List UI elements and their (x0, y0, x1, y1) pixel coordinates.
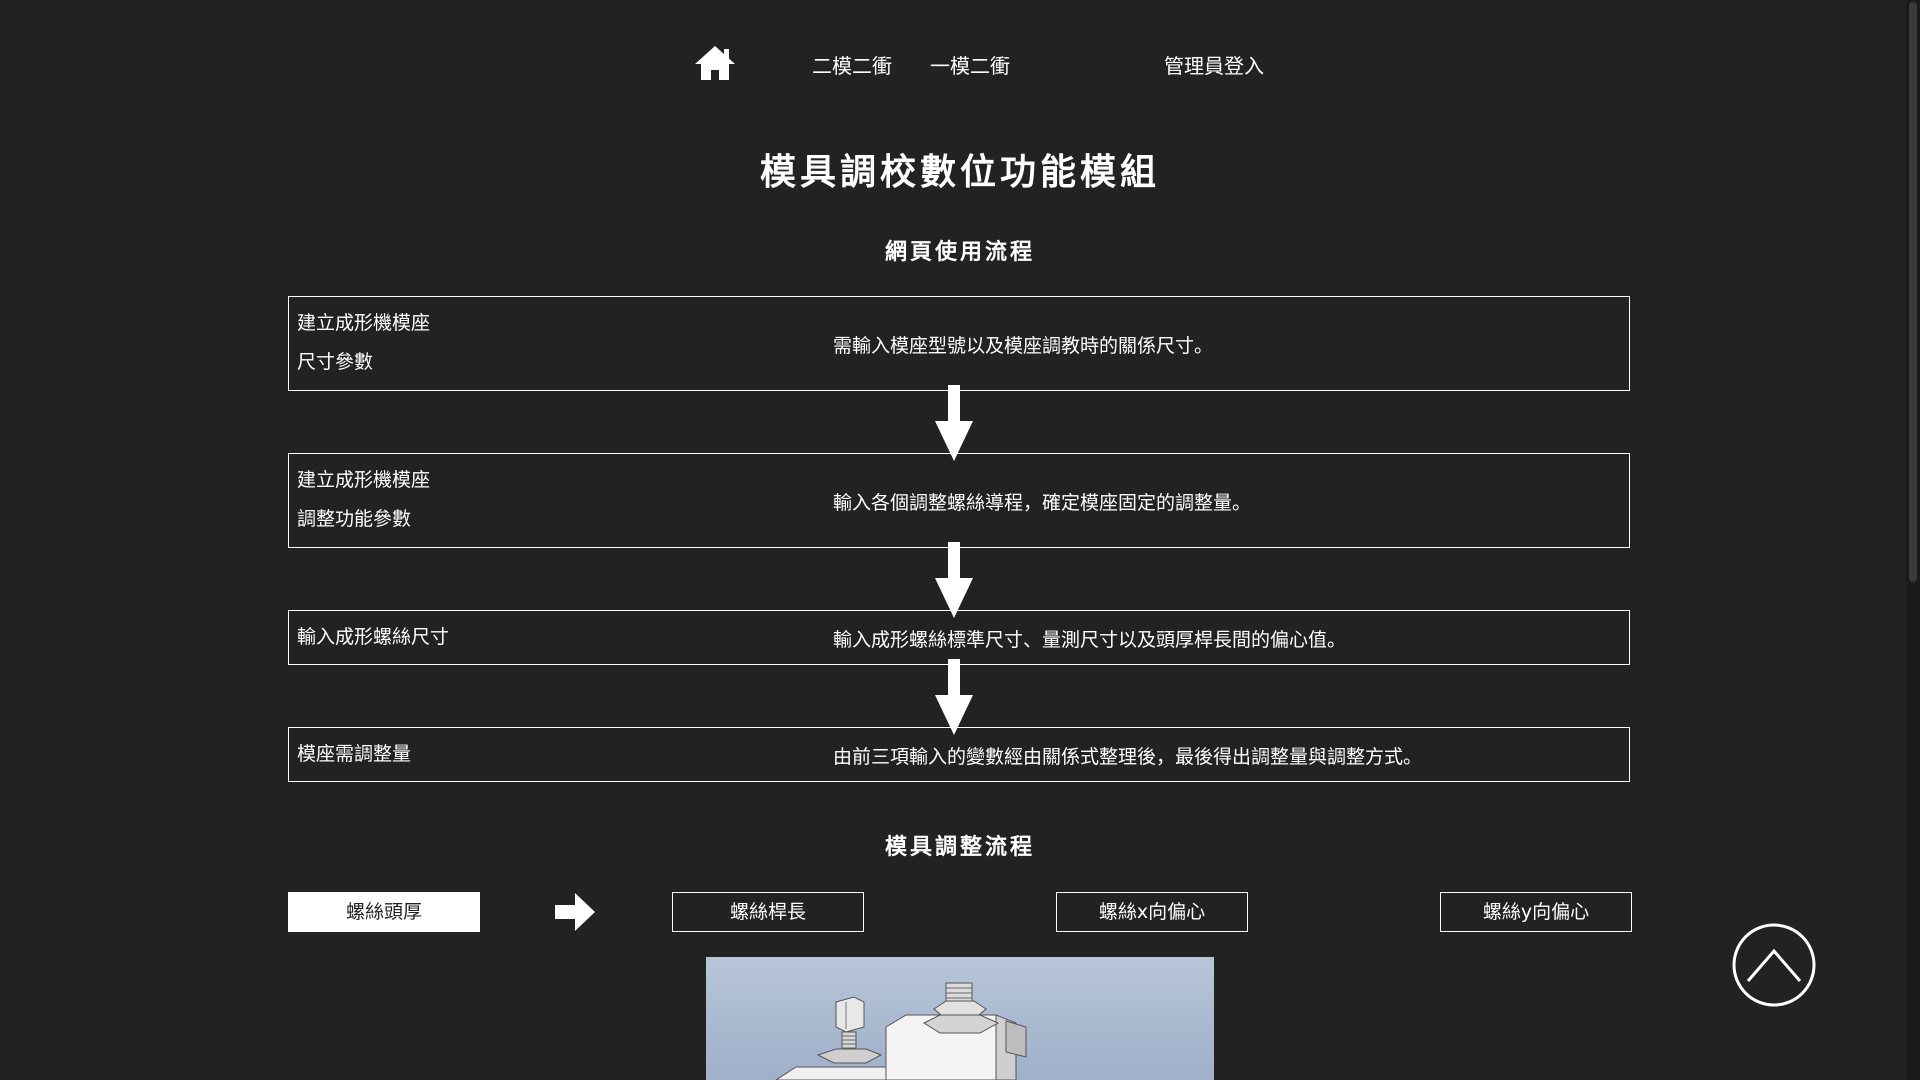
scrollbar-thumb[interactable] (1909, 2, 1917, 582)
page: 二模二衝 一模二衝 管理員登入 模具調校數位功能模組 網頁使用流程 建立成形機模… (0, 0, 1920, 1080)
mold-3d-preview-image (706, 957, 1214, 1080)
flow-step-label-line: 尺寸參數 (297, 351, 374, 373)
arrow-right-icon (555, 893, 595, 931)
flow-step-label: 模座需調整量 (297, 735, 411, 774)
arrow-down-icon (935, 542, 973, 618)
flow-step-desc: 輸入成形螺絲標準尺寸、量測尺寸以及頭厚桿長間的偏心值。 (833, 629, 1347, 651)
flow-step-desc: 由前三項輸入的變數經由關係式整理後，最後得出調整量與調整方式。 (833, 746, 1423, 768)
tab-screw-shank-length[interactable]: 螺絲桿長 (672, 892, 864, 932)
page-title: 模具調校數位功能模組 (759, 152, 1160, 193)
arrow-down-icon (935, 659, 973, 735)
tab-screw-x-eccentric[interactable]: 螺絲x向偏心 (1056, 892, 1248, 932)
tab-screw-head-thickness[interactable]: 螺絲頭厚 (288, 892, 480, 932)
page-scrollbar[interactable] (1906, 0, 1920, 1080)
arrow-down-icon (935, 385, 973, 461)
adjust-section-title: 模具調整流程 (884, 835, 1035, 860)
flow-step-label-line: 建立成形機模座 (297, 469, 431, 491)
flow-step-label-line: 調整功能參數 (297, 508, 412, 530)
flow-step-label: 輸入成形螺絲尺寸 (297, 618, 449, 657)
flow-step-2: 建立成形機模座 調整功能參數 輸入各個調整螺絲導程，確定模座固定的調整量。 (288, 453, 1630, 548)
flow-step-4: 模座需調整量 由前三項輸入的變數經由關係式整理後，最後得出調整量與調整方式。 (288, 727, 1630, 782)
flow-step-label: 建立成形機模座 尺寸參數 (297, 304, 430, 382)
flow-step-desc: 需輸入模座型號以及模座調教時的關係尺寸。 (833, 335, 1214, 357)
mold-model-illustration (775, 982, 1027, 1080)
flow-section-title: 網頁使用流程 (884, 240, 1035, 265)
tab-screw-y-eccentric[interactable]: 螺絲y向偏心 (1440, 892, 1632, 932)
flow-step-label: 建立成形機模座 調整功能參數 (297, 461, 430, 539)
flow-step-1: 建立成形機模座 尺寸參數 需輸入模座型號以及模座調教時的關係尺寸。 (288, 296, 1630, 391)
nav-link-one-die-two-blow[interactable]: 一模二衝 (930, 50, 1010, 79)
flow-step-label-line: 輸入成形螺絲尺寸 (297, 626, 450, 648)
nav-link-two-die-two-blow[interactable]: 二模二衝 (812, 50, 892, 79)
top-nav: 二模二衝 一模二衝 管理員登入 (0, 40, 1920, 86)
flow-step-3: 輸入成形螺絲尺寸 輸入成形螺絲標準尺寸、量測尺寸以及頭厚桿長間的偏心值。 (288, 610, 1630, 665)
flow-step-label-line: 模座需調整量 (297, 743, 412, 765)
flow-step-desc: 輸入各個調整螺絲導程，確定模座固定的調整量。 (833, 492, 1252, 514)
home-icon[interactable] (693, 44, 737, 82)
chevron-up-icon (1746, 948, 1802, 982)
back-to-top-button[interactable] (1732, 923, 1816, 1007)
admin-login-link[interactable]: 管理員登入 (1164, 50, 1264, 79)
flow-step-label-line: 建立成形機模座 (297, 312, 431, 334)
